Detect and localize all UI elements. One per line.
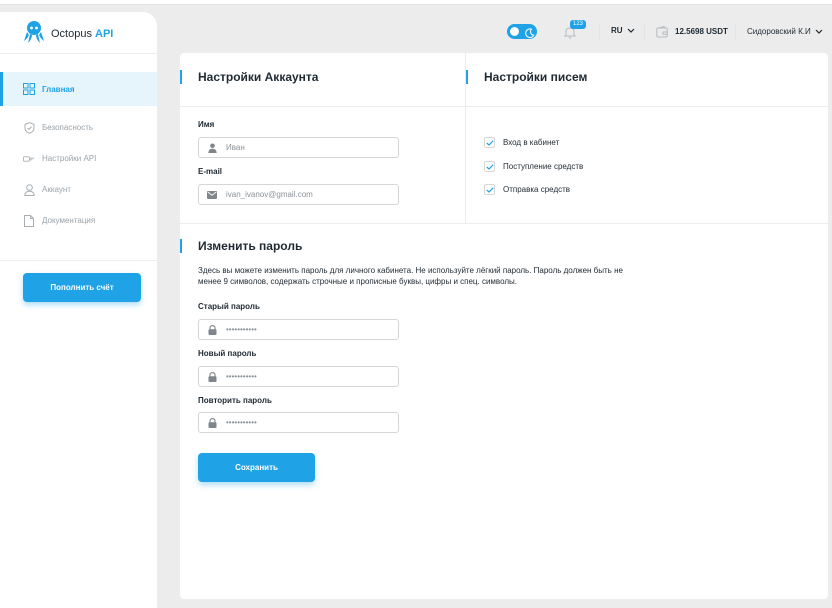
old-password-field[interactable]: ••••••••••• — [198, 319, 399, 340]
check-icon — [485, 139, 494, 146]
sidebar-item-security[interactable]: Безопасность — [0, 112, 157, 143]
old-password-value: ••••••••••• — [226, 325, 257, 334]
change-password-title: Изменить пароль — [179, 239, 303, 253]
checkbox-label: Поступление средств — [503, 162, 584, 171]
password-description: Здесь вы можете изменить пароль для личн… — [198, 266, 623, 286]
sidebar-item-account[interactable]: Аккаунт — [0, 174, 157, 205]
user-icon — [207, 143, 217, 153]
checkbox[interactable] — [484, 161, 495, 172]
logo-text: Octopus API — [51, 28, 114, 40]
sidebar-nav: Главная Безопасность Настройки API Аккау… — [0, 72, 157, 236]
octopus-logo-icon — [23, 20, 45, 49]
sidebar-item-documentation[interactable]: Документация — [0, 205, 157, 236]
lock-icon — [207, 371, 217, 382]
check-icon — [485, 163, 494, 170]
lock-icon — [207, 417, 217, 428]
top-border — [0, 0, 832, 5]
repeat-password-field[interactable]: ••••••••••• — [198, 412, 399, 433]
divider — [735, 25, 736, 39]
email-value: ivan_ivanov@gmail.com — [226, 190, 313, 199]
chevron-down-icon — [627, 26, 635, 35]
divider — [644, 25, 645, 39]
user-name: Сидоровский К.И — [747, 27, 811, 36]
settings-card: Настройки Аккаунта Имя Иван E-mail ivan_… — [179, 53, 828, 599]
checkbox-label: Отправка средств — [503, 185, 571, 194]
balance-value: 12.5698 USDT — [675, 27, 728, 36]
checkbox-label: Вход в кабинет — [503, 138, 560, 147]
divider — [180, 223, 828, 224]
topup-button[interactable]: Пополнить счёт — [23, 273, 141, 302]
divider — [599, 25, 600, 39]
old-password-label: Старый пароль — [198, 302, 260, 311]
name-value: Иван — [226, 143, 245, 152]
logo[interactable]: Octopus API — [23, 20, 113, 48]
mail-settings-title: Настройки писем — [465, 70, 588, 84]
notification-badge: 123 — [570, 20, 587, 29]
document-icon — [23, 214, 35, 227]
language-value: RU — [611, 26, 623, 35]
language-select[interactable]: RU — [611, 26, 635, 35]
user-menu[interactable]: Сидоровский К.И — [747, 27, 823, 36]
shield-icon — [23, 121, 35, 134]
sidebar-item-label: Настройки API — [42, 154, 97, 163]
new-password-value: ••••••••••• — [226, 372, 257, 381]
save-button[interactable]: Сохранить — [198, 453, 315, 482]
chevron-down-icon — [815, 27, 823, 36]
checkbox-funds-received[interactable]: Поступление средств — [484, 161, 583, 172]
sidebar-item-label: Аккаунт — [42, 185, 71, 194]
checkbox-login[interactable]: Вход в кабинет — [484, 137, 559, 148]
check-icon — [485, 186, 494, 193]
divider — [0, 53, 157, 54]
top-bar: 123 RU 12.5698 USDT Сидоровский К.И — [157, 12, 832, 52]
divider — [0, 260, 157, 261]
lock-icon — [207, 324, 217, 335]
email-field[interactable]: ivan_ivanov@gmail.com — [198, 184, 399, 205]
api-icon — [23, 153, 35, 165]
repeat-password-value: ••••••••••• — [226, 418, 257, 427]
checkbox[interactable] — [484, 137, 495, 148]
moon-icon — [524, 26, 535, 39]
theme-toggle[interactable] — [507, 24, 537, 39]
sidebar-item-home[interactable]: Главная — [0, 72, 157, 106]
account-settings-title: Настройки Аккаунта — [179, 70, 319, 84]
repeat-password-label: Повторить пароль — [198, 396, 272, 405]
checkbox[interactable] — [484, 184, 495, 195]
name-label: Имя — [198, 120, 215, 129]
sidebar-item-api-settings[interactable]: Настройки API — [0, 143, 157, 174]
toggle-knob — [510, 27, 519, 36]
user-icon — [23, 183, 35, 196]
wallet-icon — [656, 25, 668, 38]
sidebar-item-label: Безопасность — [42, 123, 94, 132]
grid-icon — [23, 83, 35, 95]
sidebar-item-label: Главная — [42, 84, 75, 94]
checkbox-funds-sent[interactable]: Отправка средств — [484, 184, 570, 195]
new-password-field[interactable]: ••••••••••• — [198, 366, 399, 387]
new-password-label: Новый пароль — [198, 349, 257, 358]
divider — [180, 106, 828, 107]
name-field[interactable]: Иван — [198, 137, 399, 158]
mail-icon — [207, 190, 217, 200]
sidebar-item-label: Документация — [42, 216, 96, 225]
email-label: E-mail — [198, 167, 223, 176]
sidebar: Octopus API Главная Безопасность Настрой… — [0, 12, 157, 608]
